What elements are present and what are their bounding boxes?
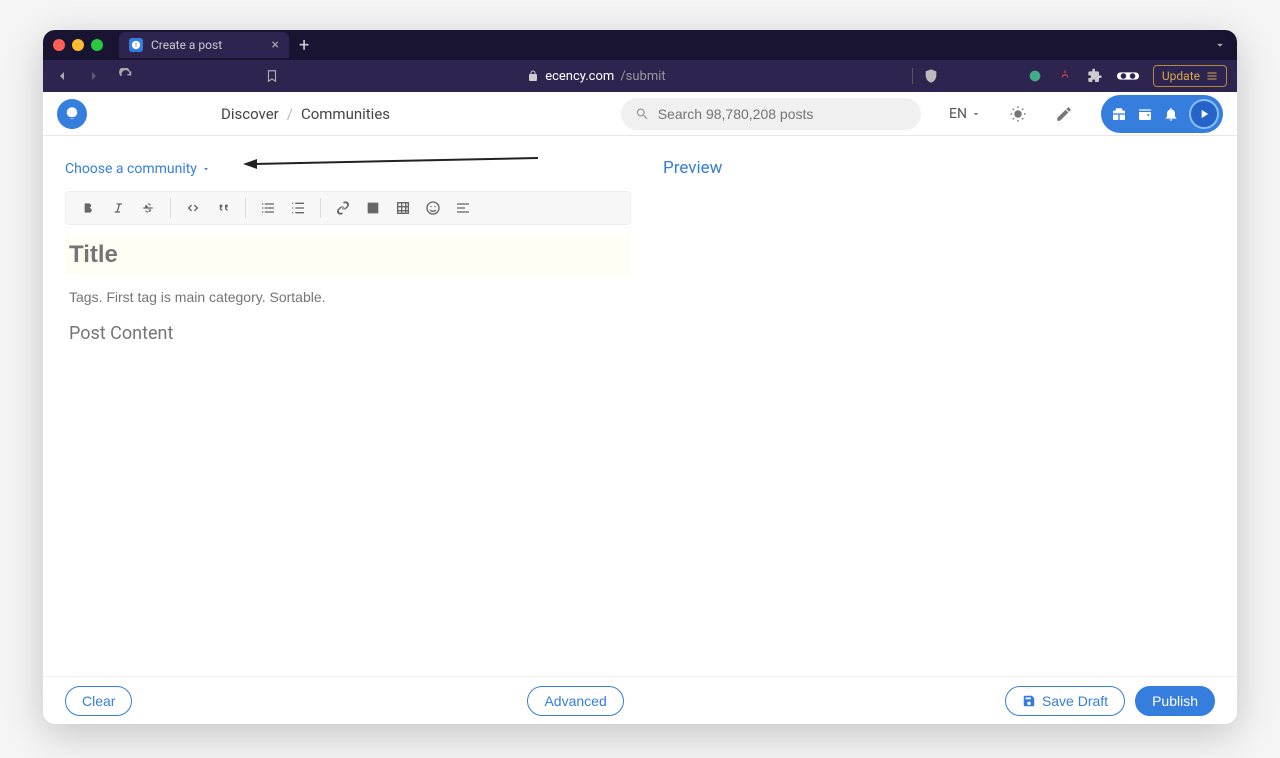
url-path: /submit — [620, 69, 665, 84]
extension-icons: Update — [1027, 65, 1227, 87]
close-window-icon[interactable] — [53, 39, 65, 51]
user-menu[interactable] — [1101, 95, 1223, 133]
quote-button[interactable] — [209, 194, 237, 222]
title-input[interactable] — [65, 235, 631, 275]
body-input[interactable] — [65, 319, 631, 619]
back-button[interactable] — [53, 67, 71, 85]
bookmark-icon[interactable] — [263, 67, 281, 85]
advanced-button[interactable]: Advanced — [527, 686, 623, 716]
strikethrough-button[interactable] — [134, 194, 162, 222]
app-header: Discover / Communities EN — [43, 92, 1237, 136]
preview-label: Preview — [663, 158, 1227, 178]
update-button[interactable]: Update — [1153, 65, 1227, 87]
avatar[interactable] — [1189, 99, 1219, 129]
ordered-list-button[interactable] — [254, 194, 282, 222]
preview-pane: Preview — [641, 136, 1237, 676]
search-input[interactable] — [658, 106, 907, 122]
tab-title: Create a post — [151, 38, 222, 52]
content-area: Choose a community — [43, 136, 1237, 676]
extension-icon-1[interactable] — [1027, 68, 1043, 84]
search-box[interactable] — [621, 98, 921, 130]
reload-button[interactable] — [117, 67, 135, 85]
community-picker[interactable]: Choose a community — [65, 161, 211, 177]
header-nav: Discover / Communities — [221, 105, 390, 123]
bell-icon[interactable] — [1163, 106, 1179, 122]
wallet-icon[interactable] — [1137, 106, 1153, 122]
image-button[interactable] — [359, 194, 387, 222]
align-button[interactable] — [449, 194, 477, 222]
pencil-icon[interactable] — [1055, 105, 1073, 123]
editor-pane: Choose a community — [43, 136, 641, 676]
minimize-window-icon[interactable] — [72, 39, 84, 51]
language-selector[interactable]: EN — [949, 106, 981, 122]
extensions-puzzle-icon[interactable] — [1087, 68, 1103, 84]
tabs-menu-icon[interactable] — [1213, 38, 1227, 52]
extension-icon-2[interactable] — [1057, 68, 1073, 84]
glasses-icon[interactable] — [1117, 69, 1139, 83]
maximize-window-icon[interactable] — [91, 39, 103, 51]
forward-button[interactable] — [85, 67, 103, 85]
chevron-down-icon — [201, 164, 211, 174]
annotation-arrow — [243, 156, 543, 170]
link-button[interactable] — [329, 194, 357, 222]
table-button[interactable] — [389, 194, 417, 222]
emoji-button[interactable] — [419, 194, 447, 222]
theme-toggle-icon[interactable] — [1009, 105, 1027, 123]
browser-window: Create a post × + ecency.com/submit — [43, 30, 1237, 724]
new-tab-button[interactable]: + — [299, 35, 309, 56]
nav-discover[interactable]: Discover — [221, 105, 279, 123]
save-icon — [1022, 694, 1036, 708]
shield-icon[interactable] — [912, 68, 939, 84]
publish-button[interactable]: Publish — [1135, 686, 1215, 716]
italic-button[interactable] — [104, 194, 132, 222]
bold-button[interactable] — [74, 194, 102, 222]
url-bar: ecency.com/submit Update — [43, 60, 1237, 92]
search-icon — [635, 106, 650, 122]
unordered-list-button[interactable] — [284, 194, 312, 222]
url-domain: ecency.com — [545, 69, 614, 84]
clear-button[interactable]: Clear — [65, 686, 132, 716]
app-logo[interactable] — [57, 99, 87, 129]
save-draft-button[interactable]: Save Draft — [1005, 686, 1125, 716]
titlebar: Create a post × + — [43, 30, 1237, 60]
code-button[interactable] — [179, 194, 207, 222]
browser-tab[interactable]: Create a post × — [119, 32, 289, 58]
tab-close-icon[interactable]: × — [272, 37, 279, 53]
tab-favicon-icon — [129, 38, 143, 52]
url-display[interactable]: ecency.com/submit — [527, 69, 665, 84]
window-controls — [53, 39, 103, 51]
nav-communities[interactable]: Communities — [301, 105, 390, 123]
footer: Clear Advanced Save Draft Publish — [43, 676, 1237, 724]
tags-input[interactable] — [65, 285, 631, 309]
gift-icon[interactable] — [1111, 106, 1127, 122]
editor-toolbar — [65, 191, 631, 225]
